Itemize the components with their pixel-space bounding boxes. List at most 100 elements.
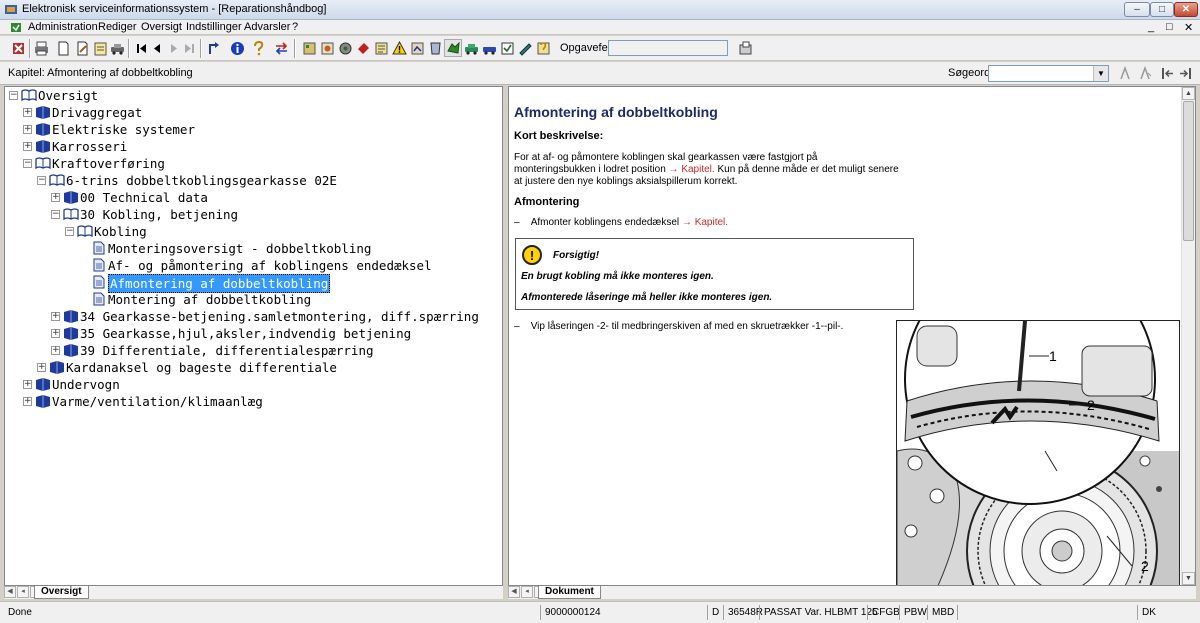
search-back-icon[interactable] <box>1158 64 1176 82</box>
tree-item-label[interactable]: Varme/ventilation/klimaanlæg <box>52 393 263 410</box>
menu-help[interactable]: ? <box>292 21 298 33</box>
tree-item-label[interactable]: 00 Technical data <box>80 189 208 206</box>
tree-item[interactable]: + Undervogn <box>5 376 500 393</box>
menu-oversigt[interactable]: Oversigt <box>141 21 182 33</box>
tree-item[interactable]: +00 Technical data <box>5 189 500 206</box>
expand-icon[interactable]: + <box>23 108 32 117</box>
tab-dokument[interactable]: Dokument <box>538 586 601 599</box>
tree-item[interactable]: − 6-trins dobbeltkoblingsgearkasse 02E <box>5 172 500 189</box>
search-forward-icon[interactable] <box>1176 64 1194 82</box>
collapse-icon[interactable]: − <box>9 91 18 100</box>
doc-a-icon[interactable] <box>300 39 318 57</box>
vertical-scrollbar[interactable]: ▲ ▼ <box>1181 87 1195 585</box>
notes-icon[interactable] <box>91 39 109 57</box>
expand-icon[interactable]: + <box>51 346 60 355</box>
tree-item-label[interactable]: 34 Gearkasse-betjening.samletmontering, … <box>80 308 479 325</box>
tree-item-label[interactable]: 39 Differentiale, differentialespærring <box>80 342 374 359</box>
doc-g-icon[interactable] <box>426 39 444 57</box>
chapter-link[interactable]: → Kapitel. <box>669 164 715 175</box>
expand-icon[interactable]: + <box>51 193 60 202</box>
info-icon[interactable] <box>228 39 246 57</box>
scroll-thumb[interactable] <box>1183 101 1194 241</box>
expand-icon[interactable]: + <box>51 329 60 338</box>
scroll-left-icon[interactable]: ◀ <box>508 586 520 598</box>
expand-icon[interactable]: + <box>23 125 32 134</box>
tree-item[interactable]: + Kardanaksel og bageste differentiale <box>5 359 500 376</box>
chevron-down-icon[interactable]: ▼ <box>1093 66 1108 81</box>
menu-advarsler[interactable]: Advarsler <box>244 21 290 33</box>
tree-item[interactable]: Monteringsoversigt - dobbeltkobling <box>5 240 500 257</box>
help-icon[interactable] <box>249 39 267 57</box>
scroll-prev-icon[interactable]: ◂ <box>521 586 533 598</box>
car-green-icon[interactable] <box>462 39 480 57</box>
collapse-icon[interactable]: − <box>51 210 60 219</box>
tree-item[interactable]: + Varme/ventilation/klimaanlæg <box>5 393 500 410</box>
expand-icon[interactable]: + <box>23 142 32 151</box>
collapse-icon[interactable]: − <box>37 176 46 185</box>
expand-icon[interactable]: + <box>37 363 46 372</box>
tree-item[interactable]: +39 Differentiale, differentialespærring <box>5 342 500 359</box>
scroll-left-icon[interactable]: ◀ <box>4 586 16 598</box>
collapse-icon[interactable]: − <box>65 227 74 236</box>
collapse-icon[interactable]: − <box>23 159 32 168</box>
doc-c-icon[interactable] <box>336 39 354 57</box>
tree-item-label[interactable]: Af- og påmontering af koblingens endedæk… <box>108 257 432 274</box>
tree-item[interactable]: − Kraftoverføring <box>5 155 500 172</box>
search-next-icon[interactable] <box>1136 64 1154 82</box>
tree-item-label[interactable]: 35 Gearkasse,hjul,aksler,indvendig betje… <box>80 325 411 342</box>
tree-item-label[interactable]: Kardanaksel og bageste differentiale <box>66 359 337 376</box>
tree-item-label[interactable]: 6-trins dobbeltkoblingsgearkasse 02E <box>66 172 337 189</box>
scroll-down-icon[interactable]: ▼ <box>1182 572 1195 585</box>
expand-icon[interactable]: + <box>51 312 60 321</box>
doc-i-icon[interactable] <box>480 39 498 57</box>
tree-item[interactable]: +35 Gearkasse,hjul,aksler,indvendig betj… <box>5 325 500 342</box>
tree-item-label[interactable]: Elektriske systemer <box>52 121 195 138</box>
doc-d-icon[interactable] <box>354 39 372 57</box>
new-doc-icon[interactable] <box>54 39 72 57</box>
up-level-icon[interactable] <box>204 39 222 57</box>
doc-k-icon[interactable] <box>516 39 534 57</box>
mdi-minimize-button[interactable]: _ <box>1148 21 1154 33</box>
edit-doc-icon[interactable] <box>73 39 91 57</box>
close-button[interactable]: ✕ <box>1174 2 1198 17</box>
tree-item-label[interactable]: Drivaggregat <box>52 104 142 121</box>
mdi-restore-button[interactable]: □ <box>1166 21 1173 33</box>
tree-item-label[interactable]: Oversigt <box>38 87 98 104</box>
settings-icon[interactable] <box>736 39 754 57</box>
search-prev-icon[interactable] <box>1116 64 1134 82</box>
expand-icon[interactable]: + <box>23 397 32 406</box>
car-icon[interactable] <box>108 39 126 57</box>
tree-item[interactable]: Afmontering af dobbeltkobling <box>5 274 500 293</box>
tree-item[interactable]: − Oversigt <box>5 87 500 104</box>
print-icon[interactable] <box>32 39 50 57</box>
tree-item[interactable]: − Kobling <box>5 223 500 240</box>
scroll-prev-icon[interactable]: ◂ <box>17 586 29 598</box>
expand-icon[interactable]: + <box>23 380 32 389</box>
tree-item[interactable]: + Drivaggregat <box>5 104 500 121</box>
tree-item[interactable]: Montering af dobbeltkobling <box>5 291 500 308</box>
menu-administration[interactable]: Administration <box>28 21 98 33</box>
scroll-up-icon[interactable]: ▲ <box>1182 87 1195 100</box>
tree-item-label[interactable]: Kobling <box>94 223 147 240</box>
tab-oversigt[interactable]: Oversigt <box>34 586 89 599</box>
tree-item-label[interactable]: 30 Kobling, betjening <box>80 206 238 223</box>
tree-item[interactable]: + Karrosseri <box>5 138 500 155</box>
tree-item-label[interactable]: Karrosseri <box>52 138 127 155</box>
key-icon[interactable] <box>534 39 552 57</box>
menu-indstillinger[interactable]: Indstillinger <box>186 21 242 33</box>
last-icon[interactable] <box>180 39 198 57</box>
menu-rediger[interactable]: Rediger <box>98 21 137 33</box>
doc-b-icon[interactable] <box>318 39 336 57</box>
doc-e-icon[interactable] <box>372 39 390 57</box>
exit-icon[interactable] <box>9 39 27 57</box>
doc-f-icon[interactable] <box>408 39 426 57</box>
tree-item-label[interactable]: Undervogn <box>52 376 120 393</box>
chapter-link[interactable]: → Kapitel. <box>682 217 728 228</box>
warning-icon[interactable] <box>390 39 408 57</box>
tree-item[interactable]: +34 Gearkasse-betjening.samletmontering,… <box>5 308 500 325</box>
mdi-close-button[interactable]: ✕ <box>1184 21 1193 34</box>
tree-item[interactable]: Af- og påmontering af koblingens endedæk… <box>5 257 500 274</box>
tree-item[interactable]: − 30 Kobling, betjening <box>5 206 500 223</box>
doc-h-icon[interactable] <box>444 39 462 57</box>
swap-icon[interactable] <box>272 39 290 57</box>
